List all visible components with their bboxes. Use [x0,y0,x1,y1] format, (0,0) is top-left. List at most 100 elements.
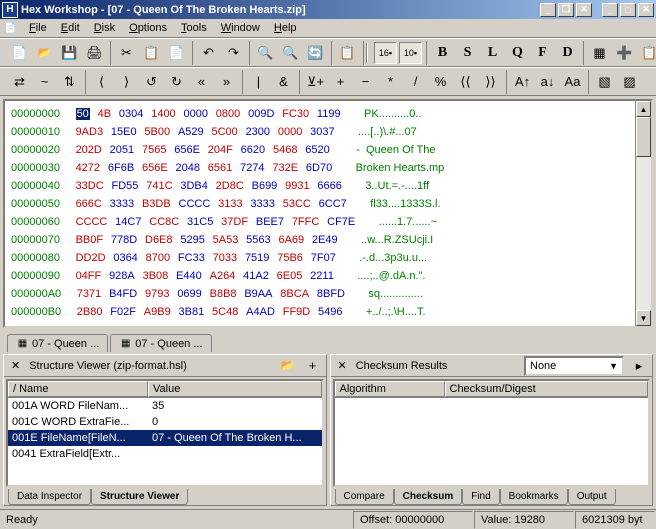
shl-button[interactable]: ⟨ [90,71,113,93]
save-button[interactable]: 💾 [58,42,81,64]
swapcase-button[interactable]: Aa [561,71,584,93]
struct-row[interactable]: 001A WORD FileNam...35 [8,398,322,414]
shr2-button[interactable]: ⟩⟩ [479,71,502,93]
doc-icon[interactable]: 📄 [4,22,17,35]
scroll-up-icon[interactable]: ▲ [636,101,651,117]
add-button[interactable]: + [329,71,352,93]
run-checksum-button[interactable]: ▸ [630,357,648,375]
width-10-button[interactable]: 10▪ [399,42,422,64]
menu-edit[interactable]: Edit [54,20,87,36]
structure-viewer-title: Structure Viewer (zip-format.hsl) [29,360,271,372]
mod-button[interactable]: % [429,71,452,93]
close-structure-icon[interactable]: ✕ [8,359,23,372]
add-struct-button[interactable]: ➕ [613,42,636,64]
tab-bookmarks[interactable]: Bookmarks [500,489,568,505]
color1-button[interactable]: ▧ [593,71,616,93]
doc-close-button[interactable]: ✕ [576,3,592,17]
shr-button[interactable]: ⟩ [115,71,138,93]
and-button[interactable]: & [272,71,295,93]
print-button[interactable]: 🖨 [83,42,106,64]
file-tabs: ▦07 - Queen ...▦07 - Queen ... [3,330,653,352]
replace-button[interactable]: 🔄 [304,42,327,64]
cut-button[interactable]: ✂ [115,42,138,64]
struct-row[interactable]: 001C WORD ExtraFie...0 [8,414,322,430]
sub-button[interactable]: − [354,71,377,93]
flip-button[interactable]: ⇅ [58,71,81,93]
tab-data-inspector[interactable]: Data Inspector [8,489,91,505]
open-button[interactable]: 📂 [33,42,56,64]
hex-editor[interactable]: 00000000 50 4B 0304 1400 0000 0800 009D … [3,99,653,328]
file-icon: ▦ [16,337,29,350]
new-button[interactable]: 📄 [8,42,31,64]
block-shl-button[interactable]: « [190,71,213,93]
checksum-col-algo[interactable]: Algorithm [335,381,445,397]
tab-compare[interactable]: Compare [335,489,394,505]
menubar: 📄 FileEditDiskOptionsToolsWindowHelp [0,19,656,38]
menu-tools[interactable]: Tools [174,20,214,36]
or-button[interactable]: | [247,71,270,93]
div-button[interactable]: / [404,71,427,93]
quad-button[interactable]: Q [506,42,529,64]
redo-button[interactable]: ↷ [222,42,245,64]
invert-button[interactable]: ~ [33,71,56,93]
toolbar-2: ⇄ ~ ⇅ ⟨ ⟩ ↺ ↻ « » | & ⊻+ + − * / % ⟨⟨ ⟩⟩… [0,67,656,96]
checksum-algo-dropdown[interactable]: None ▼ [524,356,624,376]
byte-button[interactable]: B [431,42,454,64]
open-hsl-button[interactable]: 📂 [278,357,298,375]
close-checksum-icon[interactable]: ✕ [335,359,350,372]
xor-plus-button[interactable]: ⊻+ [304,71,327,93]
struct-row[interactable]: 0041 ExtraField[Extr... [8,446,322,462]
struct-col-name[interactable]: / Name [8,381,148,397]
block-shr-button[interactable]: » [215,71,238,93]
menu-window[interactable]: Window [214,20,267,36]
paste-button[interactable]: 📄 [165,42,188,64]
menu-options[interactable]: Options [122,20,174,36]
maximize-button[interactable]: □ [620,3,636,17]
mul-button[interactable]: * [379,71,402,93]
struct-lib-button[interactable]: ▦ [588,42,611,64]
file-tab-0[interactable]: ▦07 - Queen ... [7,334,108,352]
scroll-thumb[interactable] [636,117,651,157]
copy-button[interactable]: 📋 [140,42,163,64]
struct-col-value[interactable]: Value [148,381,322,397]
close-button[interactable]: ✕ [638,3,654,17]
lowercase-button[interactable]: a↓ [536,71,559,93]
ror-button[interactable]: ↻ [165,71,188,93]
float-button[interactable]: F [531,42,554,64]
struct-view-button[interactable]: 📋 [638,42,656,64]
minimize-button[interactable]: _ [602,3,618,17]
status-bytes: 6021309 byt [575,511,655,529]
add-hsl-button[interactable]: + [304,357,322,375]
tab-output[interactable]: Output [568,489,616,505]
doc-minimize-button[interactable]: _ [540,3,556,17]
struct-row[interactable]: 001E FileName[FileN...07 - Queen Of The … [8,430,322,446]
uppercase-button[interactable]: A↑ [511,71,534,93]
checksum-title: Checksum Results [356,360,518,372]
window-title: Hex Workshop - [07 - Queen Of The Broken… [21,4,540,16]
titlebar: H Hex Workshop - [07 - Queen Of The Brok… [0,0,656,19]
tab-find[interactable]: Find [462,489,499,505]
long-button[interactable]: L [481,42,504,64]
menu-file[interactable]: File [22,20,54,36]
status-value: Value: 19280 [474,511,574,529]
swap-button[interactable]: ⇄ [8,71,31,93]
undo-button[interactable]: ↶ [197,42,220,64]
short-button[interactable]: S [456,42,479,64]
rol-button[interactable]: ↺ [140,71,163,93]
find-button[interactable]: 🔍 [254,42,277,64]
hex-scrollbar[interactable]: ▲ ▼ [635,101,651,326]
color2-button[interactable]: ▨ [618,71,641,93]
menu-help[interactable]: Help [267,20,304,36]
menu-disk[interactable]: Disk [87,20,122,36]
width-16-button[interactable]: 16▪ [374,42,397,64]
double-button[interactable]: D [556,42,579,64]
scroll-down-icon[interactable]: ▼ [636,310,651,326]
goto-button[interactable]: 📋 [336,42,359,64]
file-tab-1[interactable]: ▦07 - Queen ... [110,334,211,352]
find-next-button[interactable]: 🔍 [279,42,302,64]
tab-structure-viewer[interactable]: Structure Viewer [91,489,188,505]
doc-restore-button[interactable]: ❐ [558,3,574,17]
shl2-button[interactable]: ⟨⟨ [454,71,477,93]
tab-checksum[interactable]: Checksum [394,489,463,505]
checksum-col-digest[interactable]: Checksum/Digest [445,381,649,397]
